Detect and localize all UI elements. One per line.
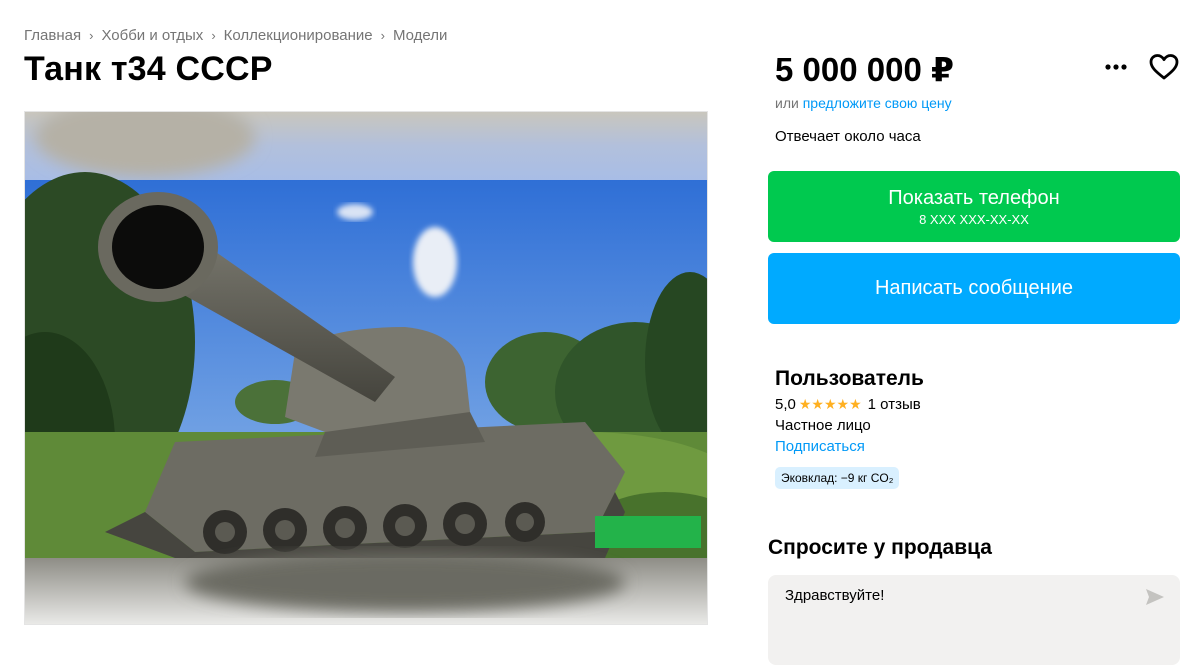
breadcrumb-models[interactable]: Модели — [393, 27, 447, 44]
rating-value: 5,0 — [775, 396, 796, 413]
eco-badge[interactable]: Эковклад: −9 кг CO₂ — [775, 467, 900, 489]
chevron-right-icon: › — [380, 28, 385, 43]
star-icon: ★ — [836, 396, 850, 412]
more-dots-icon[interactable] — [1100, 52, 1134, 82]
heart-icon[interactable] — [1148, 52, 1180, 82]
response-time: Отвечает около часа — [775, 128, 921, 145]
seller-name[interactable]: Пользователь — [775, 367, 924, 391]
seller-type: Частное лицо — [775, 417, 871, 434]
tank-photo-image — [25, 112, 707, 624]
subscribe-link[interactable]: Подписаться — [775, 438, 865, 455]
page-title: Танк т34 СССР — [24, 50, 273, 88]
send-arrow-icon[interactable] — [1144, 587, 1166, 607]
masked-phone: 8 XXX XXX-XX-XX — [919, 211, 1029, 227]
show-phone-button[interactable]: Показать телефон 8 XXX XXX-XX-XX — [768, 171, 1180, 242]
star-icon: ★ — [849, 396, 862, 412]
offer-prefix: или — [775, 95, 799, 111]
breadcrumb-hobby[interactable]: Хобби и отдых — [101, 27, 203, 44]
breadcrumb: Главная › Хобби и отдых › Коллекциониров… — [24, 27, 447, 44]
price-offer: или предложите свою цену — [775, 95, 952, 111]
listing-photo[interactable] — [24, 111, 708, 625]
star-icon: ★ — [798, 396, 812, 412]
breadcrumb-home[interactable]: Главная — [24, 27, 81, 44]
chevron-right-icon: › — [89, 28, 94, 43]
suggest-price-link[interactable]: предложите свою цену — [803, 95, 952, 111]
chevron-right-icon: › — [211, 28, 216, 43]
write-message-label: Написать сообщение — [874, 277, 1073, 299]
breadcrumb-collecting[interactable]: Коллекционирование — [224, 27, 373, 44]
show-phone-label: Показать телефон — [888, 186, 1060, 209]
ask-seller-input[interactable] — [785, 587, 1135, 604]
reviews-link[interactable]: 1 отзыв — [868, 396, 921, 413]
ask-seller-box — [768, 575, 1180, 665]
star-icon: ★ — [823, 396, 837, 412]
write-message-button[interactable]: Написать сообщение — [768, 253, 1180, 324]
ask-seller-title: Спросите у продавца — [768, 536, 992, 559]
star-icon: ★ — [811, 396, 824, 412]
seller-rating: 5,0 ★★★★★ 1 отзыв — [775, 396, 921, 413]
rating-stars: ★★★★★ — [799, 396, 862, 413]
price: 5 000 000 ₽ — [775, 51, 954, 88]
